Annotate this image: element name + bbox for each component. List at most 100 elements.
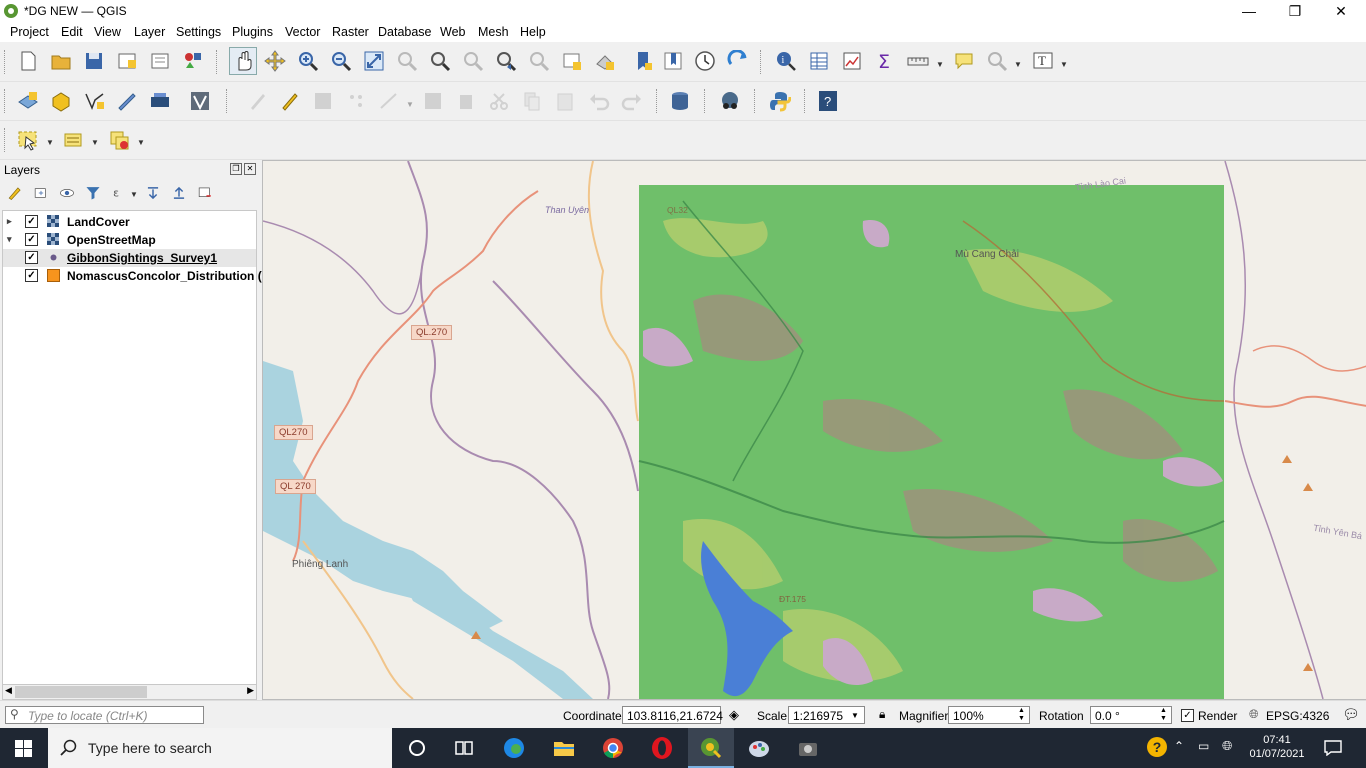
new-3d-map-view-icon[interactable] — [592, 48, 618, 74]
menu-project[interactable]: Project — [10, 25, 49, 39]
messages-icon[interactable]: 💬︎ — [1342, 706, 1360, 723]
manage-visibility-icon[interactable] — [56, 182, 78, 204]
digitize-toggle-icon[interactable] — [187, 88, 213, 114]
task-view-icon[interactable] — [452, 736, 476, 760]
layer-visibility-checkbox[interactable]: ✓ — [25, 251, 38, 264]
new-project-icon[interactable] — [15, 48, 41, 74]
pan-to-selection-icon[interactable] — [262, 48, 288, 74]
open-project-icon[interactable] — [48, 48, 74, 74]
help-contents-icon[interactable]: ? — [815, 88, 841, 114]
toolbar-grip[interactable] — [760, 50, 764, 74]
file-explorer-icon[interactable] — [552, 736, 576, 760]
layout-manager-icon[interactable] — [147, 48, 173, 74]
toggle-editing-icon[interactable] — [277, 88, 303, 114]
edge-browser-icon[interactable] — [502, 736, 526, 760]
toolbar-grip[interactable] — [4, 128, 8, 152]
network-globe-icon[interactable]: 🌐︎ — [1222, 738, 1232, 754]
measure-line-icon[interactable] — [905, 48, 931, 74]
locator-dropdown-icon[interactable]: ▼ — [1014, 60, 1022, 69]
spin-arrows-icon[interactable]: ▲ ▼ — [1018, 707, 1025, 723]
new-geopackage-layer-icon[interactable] — [48, 88, 74, 114]
render-checkbox[interactable]: ✓ — [1181, 709, 1194, 722]
zoom-next-icon[interactable] — [526, 48, 552, 74]
restore-button[interactable]: ❐ — [1272, 0, 1318, 22]
system-clock[interactable]: 07:41 01/07/2021 — [1249, 734, 1305, 760]
layer-visibility-checkbox[interactable]: ✓ — [25, 233, 38, 246]
style-panel-icon[interactable] — [4, 182, 26, 204]
toggle-extents-icon[interactable]: ◈ — [729, 707, 739, 723]
toolbar-grip[interactable] — [704, 89, 708, 113]
current-edits-icon[interactable] — [245, 88, 271, 114]
vertex-dropdown-icon[interactable]: ▼ — [406, 100, 414, 109]
menu-vector[interactable]: Vector — [285, 25, 320, 39]
close-panel-icon[interactable]: ✕ — [244, 163, 256, 175]
layer-row-gibbon-sightings[interactable]: ✓ GibbonSightings_Survey1 — [3, 249, 256, 267]
show-hidden-icons-chevron[interactable]: ⌃ — [1174, 739, 1184, 753]
new-virtual-layer-icon[interactable] — [147, 88, 173, 114]
pan-map-icon[interactable] — [229, 47, 257, 75]
toolbar-grip[interactable] — [754, 89, 758, 113]
layer-row-nomascus-distribution[interactable]: ✓ NomascusConcolor_Distribution (1 — [3, 267, 268, 285]
layer-tree-scrollbar[interactable]: ◀ ▶ — [2, 684, 257, 700]
opera-browser-icon[interactable] — [650, 736, 674, 760]
expand-arrow-icon[interactable]: ▸ — [7, 216, 12, 227]
menu-settings[interactable]: Settings — [176, 25, 221, 39]
select-features-icon[interactable] — [15, 127, 41, 153]
notifications-icon[interactable] — [1324, 740, 1342, 756]
save-edits-icon[interactable] — [310, 88, 336, 114]
attribute-table-icon[interactable] — [806, 48, 832, 74]
menu-plugins[interactable]: Plugins — [232, 25, 273, 39]
new-bookmark-icon[interactable] — [630, 48, 656, 74]
scrollbar-thumb[interactable] — [15, 686, 147, 698]
close-button[interactable]: ✕ — [1318, 0, 1364, 22]
show-bookmarks-icon[interactable] — [660, 48, 686, 74]
field-calculator-icon[interactable]: Σ — [872, 48, 898, 74]
vertex-tool-icon[interactable] — [376, 88, 402, 114]
layer-row-openstreetmap[interactable]: ▾ ✓ OpenStreetMap — [3, 231, 256, 249]
cut-features-icon[interactable] — [486, 88, 512, 114]
layer-row-landcover[interactable]: ▸ ✓ LandCover — [3, 213, 256, 231]
python-console-icon[interactable] — [767, 88, 793, 114]
collapse-all-icon[interactable] — [168, 182, 190, 204]
delete-selected-icon[interactable] — [453, 88, 479, 114]
spin-arrows-icon[interactable]: ▲ ▼ — [1160, 707, 1167, 723]
scale-dropdown-icon[interactable]: ▼ — [851, 711, 859, 720]
zoom-in-icon[interactable] — [295, 48, 321, 74]
paint-app-icon[interactable] — [747, 736, 771, 760]
taskbar-search-box[interactable]: Type here to search — [48, 728, 392, 768]
new-map-view-icon[interactable] — [559, 48, 585, 74]
locator-search-input[interactable]: Type to locate (Ctrl+K) — [5, 706, 204, 724]
scroll-right-icon[interactable]: ▶ — [247, 685, 254, 696]
undo-icon[interactable] — [586, 88, 612, 114]
new-temporary-layer-icon[interactable] — [114, 88, 140, 114]
map-canvas[interactable]: Than Uyên QL.270 QL270 QL 270 Phiêng Lan… — [262, 160, 1366, 700]
expand-all-icon[interactable] — [142, 182, 164, 204]
filter-expression-icon[interactable]: ε — [108, 182, 130, 204]
filter-legend-icon[interactable] — [82, 182, 104, 204]
toolbar-grip[interactable] — [4, 89, 8, 113]
float-panel-icon[interactable]: ❐ — [230, 163, 242, 175]
menu-mesh[interactable]: Mesh — [478, 25, 509, 39]
zoom-native-icon[interactable] — [460, 48, 486, 74]
menu-web[interactable]: Web — [440, 25, 465, 39]
zoom-last-icon[interactable] — [493, 48, 519, 74]
db-manager-icon[interactable] — [667, 88, 693, 114]
toolbar-grip[interactable] — [804, 89, 808, 113]
redo-icon[interactable] — [619, 88, 645, 114]
toolbar-grip[interactable] — [4, 50, 8, 74]
zoom-to-selection-icon[interactable] — [394, 48, 420, 74]
crs-button[interactable]: EPSG:4326 — [1266, 709, 1329, 723]
measure-dropdown-icon[interactable]: ▼ — [936, 60, 944, 69]
menu-edit[interactable]: Edit — [61, 25, 83, 39]
locator-icon[interactable] — [984, 48, 1010, 74]
lock-scale-icon[interactable]: 🔒︎ — [879, 707, 885, 722]
help-tray-icon[interactable]: ? — [1147, 737, 1167, 757]
expression-dropdown-icon[interactable]: ▼ — [91, 138, 99, 147]
remove-layer-icon[interactable] — [194, 182, 216, 204]
toolbar-grip[interactable] — [216, 50, 220, 74]
text-annotation-icon[interactable]: T — [1030, 48, 1056, 74]
data-source-manager-icon[interactable] — [15, 88, 41, 114]
metasearch-icon[interactable] — [717, 88, 743, 114]
cortana-icon[interactable] — [405, 736, 429, 760]
refresh-icon[interactable] — [725, 48, 751, 74]
